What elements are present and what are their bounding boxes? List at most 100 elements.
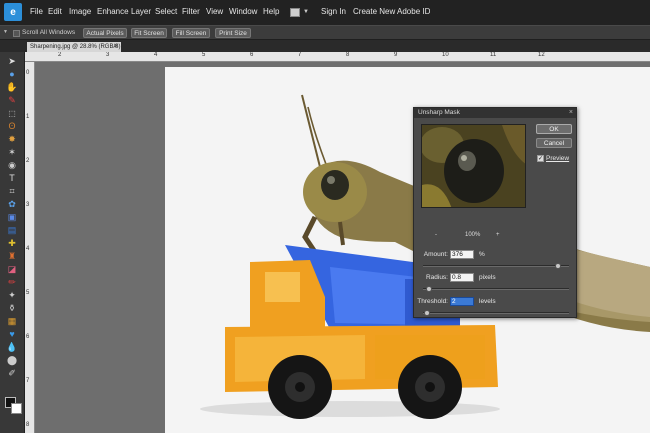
lasso-tool-icon[interactable]: ʘ — [6, 121, 18, 132]
document-image[interactable] — [165, 67, 650, 433]
cookie-cutter-tool-icon[interactable]: ✿ — [6, 199, 18, 210]
ruler-tick-label: 6 — [250, 52, 254, 58]
toolbox: ➤ ● ✋ ✎ ⬚ ʘ ✸ ✶ ◉ T ⌗ ✿ ▣ ▤ ✚ ♜ ◪ ✏ ✦ ⚱ … — [0, 52, 25, 433]
red-eye-tool-icon[interactable]: ◉ — [6, 160, 18, 171]
hand-tool-icon[interactable]: ✋ — [6, 82, 18, 93]
radius-slider-thumb[interactable] — [425, 286, 432, 292]
threshold-slider[interactable] — [423, 310, 569, 316]
menu-enhance[interactable]: Enhance — [97, 7, 129, 16]
ok-button[interactable]: OK — [536, 124, 572, 134]
radius-unit: pixels — [479, 274, 496, 281]
filter-preview[interactable] — [421, 124, 526, 208]
custom-shape-tool-icon[interactable]: ♥ — [6, 329, 18, 340]
menu-file[interactable]: File — [30, 7, 43, 16]
paint-bucket-tool-icon[interactable]: ⚱ — [6, 303, 18, 314]
menu-select[interactable]: Select — [155, 7, 177, 16]
ruler-tick-label: 7 — [298, 52, 302, 58]
pencil-tool-icon[interactable]: ✐ — [6, 368, 18, 379]
ruler-tick-label: 7 — [26, 378, 30, 384]
clone-stamp-tool-icon[interactable]: ♜ — [6, 251, 18, 262]
menu-view[interactable]: View — [206, 7, 223, 16]
document-tab[interactable]: Sharpening.jpg @ 28.8% (RGB/8) × — [27, 42, 121, 52]
radius-slider[interactable] — [423, 286, 569, 292]
document-tab-bar: Sharpening.jpg @ 28.8% (RGB/8) × — [0, 40, 650, 52]
gradient-tool-icon[interactable]: ▦ — [6, 316, 18, 327]
tool-preset-arrow-icon[interactable]: ▼ — [3, 29, 8, 35]
ruler-tick-label: 12 — [538, 52, 545, 58]
eraser-tool-icon[interactable]: ◪ — [6, 264, 18, 275]
radius-label: Radius: — [425, 274, 448, 281]
ruler-tick-label: 8 — [26, 422, 30, 428]
amount-slider[interactable] — [423, 263, 569, 269]
workspace-menu-button[interactable]: ▼ — [290, 6, 312, 18]
crop-tool-icon[interactable]: ⌗ — [6, 186, 18, 197]
dialog-title[interactable]: Unsharp Mask — [414, 108, 576, 118]
menu-edit[interactable]: Edit — [48, 7, 62, 16]
marquee-tool-icon[interactable]: ⬚ — [6, 108, 18, 119]
ruler-tick-label: 11 — [490, 52, 497, 58]
ruler-tick-label: 3 — [106, 52, 110, 58]
unsharp-mask-dialog: Unsharp Mask × OK Cancel ✓ Preview - 100… — [413, 107, 577, 318]
menu-layer[interactable]: Layer — [131, 7, 151, 16]
ruler-tick-label: 6 — [26, 334, 30, 340]
amount-slider-thumb[interactable] — [554, 263, 561, 269]
ruler-tick-label: 0 — [26, 70, 30, 76]
print-size-button[interactable]: Print Size — [215, 28, 251, 38]
amount-label: Amount: — [423, 251, 448, 258]
cancel-button[interactable]: Cancel — [536, 138, 572, 148]
eyedropper-tool-icon[interactable]: ✎ — [6, 95, 18, 106]
ruler-tick-label: 4 — [154, 52, 158, 58]
options-bar: ▼ Scroll All Windows Actual Pixels Fit S… — [0, 25, 650, 40]
blur-tool-icon[interactable]: 💧 — [6, 342, 18, 353]
fill-screen-button[interactable]: Fill Screen — [172, 28, 210, 38]
ruler-tick-label: 9 — [394, 52, 398, 58]
menu-image[interactable]: Image — [69, 7, 91, 16]
zoom-in-button[interactable]: + — [496, 232, 500, 238]
photo-grasshopper-truck — [165, 67, 650, 433]
smart-brush-tool-icon[interactable]: ✦ — [6, 290, 18, 301]
actual-pixels-button[interactable]: Actual Pixels — [83, 28, 127, 38]
magic-wand-tool-icon[interactable]: ✶ — [6, 147, 18, 158]
background-color-swatch[interactable] — [11, 403, 22, 414]
zoom-tool-icon[interactable]: ● — [6, 69, 18, 80]
create-adobe-id-link[interactable]: Create New Adobe ID — [353, 7, 430, 16]
document-tab-title: Sharpening.jpg @ 28.8% (RGB/8) — [30, 44, 121, 50]
amount-field[interactable]: 376 — [450, 250, 474, 259]
chevron-down-icon: ▼ — [303, 9, 309, 15]
move-tool-icon[interactable]: ➤ — [6, 56, 18, 67]
preview-image — [422, 125, 525, 207]
fit-screen-button[interactable]: Fit Screen — [131, 28, 167, 38]
ruler-tick-label: 4 — [26, 246, 30, 252]
amount-unit: % — [479, 251, 485, 258]
ruler-tick-label: 2 — [26, 158, 30, 164]
sponge-tool-icon[interactable]: ⬤ — [6, 355, 18, 366]
close-icon[interactable]: × — [569, 108, 573, 118]
brush-tool-icon[interactable]: ✏ — [6, 277, 18, 288]
menu-filter[interactable]: Filter — [182, 7, 200, 16]
radius-field[interactable]: 0.8 — [450, 273, 474, 282]
straighten-tool-icon[interactable]: ▤ — [6, 225, 18, 236]
close-icon[interactable]: × — [114, 43, 118, 50]
scroll-all-windows-checkbox[interactable] — [13, 30, 20, 37]
quick-selection-tool-icon[interactable]: ✸ — [6, 134, 18, 145]
threshold-slider-thumb[interactable] — [424, 310, 431, 316]
ruler-vertical: 0 1 2 3 4 5 6 7 8 — [25, 62, 35, 433]
app-logo-icon[interactable]: e — [4, 3, 22, 21]
menu-window[interactable]: Window — [229, 7, 257, 16]
menu-help[interactable]: Help — [263, 7, 279, 16]
ruler-tick-label: 1 — [26, 114, 30, 120]
sign-in-link[interactable]: Sign In — [321, 7, 346, 16]
ruler-tick-label: 5 — [202, 52, 206, 58]
preview-zoom-level: 100% — [465, 232, 481, 238]
preview-label[interactable]: Preview — [546, 155, 569, 162]
ruler-tick-label: 2 — [58, 52, 62, 58]
type-tool-icon[interactable]: T — [6, 173, 18, 184]
spot-healing-tool-icon[interactable]: ✚ — [6, 238, 18, 249]
preview-checkbox[interactable]: ✓ — [537, 155, 544, 162]
ruler-tick-label: 3 — [26, 202, 30, 208]
threshold-label: Threshold: — [417, 298, 448, 305]
recompose-tool-icon[interactable]: ▣ — [6, 212, 18, 223]
menu-bar: e File Edit Image Enhance Layer Select F… — [0, 0, 650, 25]
zoom-out-button[interactable]: - — [435, 232, 437, 238]
threshold-field[interactable]: 2 — [450, 297, 474, 306]
